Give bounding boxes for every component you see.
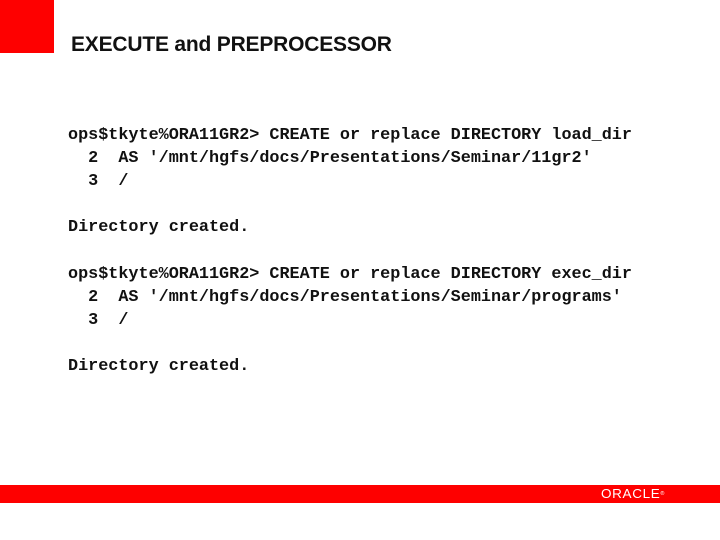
code-line: 2 AS '/mnt/hgfs/docs/Presentations/Semin… [68,287,622,307]
code-line: ops$tkyte%ORA11GR2> CREATE or replace DI… [68,126,632,145]
code-line: ops$tkyte%ORA11GR2> CREATE or replace DI… [68,264,632,284]
corner-accent-square [0,0,54,53]
code-line: 3 / [68,310,129,330]
sql-code-block: ops$tkyte%ORA11GR2> CREATE or replace DI… [68,124,632,378]
code-line: Directory created. [68,218,250,238]
code-line: 2 AS '/mnt/hgfs/docs/Presentations/Semin… [68,149,592,169]
code-line: 3 / [68,172,129,192]
oracle-logo-text: ORACLE [601,487,661,501]
oracle-logo: ORACLE® [601,487,664,501]
registered-mark-icon: ® [660,491,665,497]
code-line: Directory created. [68,356,250,376]
slide-title: EXECUTE and PREPROCESSOR [71,33,392,56]
